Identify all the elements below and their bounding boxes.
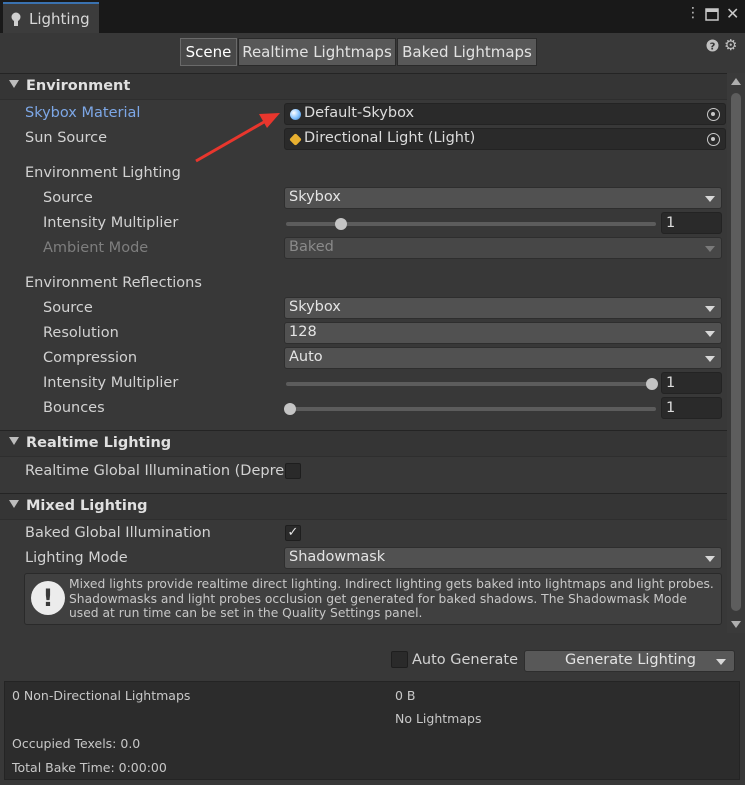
sun-source-field[interactable]: Directional Light (Light) (284, 128, 726, 150)
bounces-slider-thumb[interactable] (284, 403, 296, 415)
svg-text:?: ? (710, 42, 716, 53)
total-bake-time: Total Bake Time: 0:00:00 (12, 760, 167, 775)
warning-icon: ! (31, 581, 65, 615)
intensity-slider-thumb[interactable] (334, 218, 347, 230)
mixed-lighting-header[interactable]: Mixed Lighting (0, 493, 727, 520)
baked-gi-checkbox[interactable]: ✓ (285, 525, 301, 541)
environment-header[interactable]: Environment (0, 73, 727, 100)
lighting-mode-label: Lighting Mode (25, 550, 128, 566)
bounces-label: Bounces (43, 400, 105, 416)
environment-lighting-label: Environment Lighting (25, 165, 181, 181)
helpbox-text: Mixed lights provide realtime direct lig… (69, 577, 714, 620)
skybox-material-value: Default-Skybox (304, 105, 415, 121)
annotation-arrow-head (259, 113, 280, 128)
lighting-mode-dropdown[interactable]: Shadowmask (284, 547, 722, 569)
vertical-scrollbar[interactable] (727, 73, 745, 633)
realtime-gi-label: Realtime Global Illumination (Deprec (25, 463, 284, 479)
tab-baked-lightmaps[interactable]: Baked Lightmaps (397, 38, 537, 66)
occupied-texels: Occupied Texels: 0.0 (12, 736, 141, 751)
chevron-down-icon (705, 246, 715, 252)
source-label: Source (43, 190, 93, 206)
compression-label: Compression (43, 350, 138, 366)
no-lightmaps-text: No Lightmaps (395, 711, 482, 726)
section-title: Environment (26, 78, 131, 94)
section-title: Mixed Lighting (26, 498, 148, 514)
compression-value: Auto (289, 349, 323, 365)
resolution-dropdown[interactable]: 128 (284, 322, 722, 344)
reflection-intensity-slider-thumb[interactable] (646, 378, 658, 390)
source-value: Skybox (289, 189, 341, 205)
lightbulb-icon (11, 12, 21, 26)
reflection-source-label: Source (43, 300, 93, 316)
section-title: Realtime Lighting (26, 435, 172, 451)
lighting-mode-value: Shadowmask (289, 549, 386, 565)
more-vert-icon[interactable]: ⋮ (686, 5, 700, 21)
object-picker-icon[interactable] (707, 133, 720, 146)
reflection-intensity-slider-track[interactable] (286, 382, 656, 386)
annotation-arrow-shaft (195, 120, 265, 163)
reflection-intensity-label: Intensity Multiplier (43, 375, 179, 391)
intensity-field[interactable]: 1 (661, 212, 722, 234)
object-picker-icon[interactable] (707, 108, 720, 121)
auto-generate-label: Auto Generate (412, 652, 518, 668)
lighting-tab[interactable]: Lighting (3, 2, 99, 33)
sun-source-value: Directional Light (Light) (304, 130, 476, 146)
ambient-mode-dropdown: Baked (284, 237, 722, 259)
scrollbar-thumb[interactable] (731, 93, 741, 611)
tab-realtime-lightmaps[interactable]: Realtime Lightmaps (238, 38, 396, 66)
maximize-icon[interactable] (705, 8, 719, 21)
ambient-mode-value: Baked (289, 239, 334, 255)
sun-source-label: Sun Source (25, 130, 107, 146)
reflection-source-value: Skybox (289, 299, 341, 315)
compression-dropdown[interactable]: Auto (284, 347, 722, 369)
bounces-field[interactable]: 1 (661, 397, 722, 419)
realtime-gi-checkbox[interactable] (285, 463, 301, 479)
window-titlebar: Lighting ⋮ ✕ (0, 0, 745, 33)
light-icon (289, 133, 302, 146)
help-icon[interactable]: ? (706, 39, 719, 52)
reflection-intensity-field[interactable]: 1 (661, 372, 722, 394)
tab-title: Lighting (29, 10, 90, 28)
resolution-value: 128 (289, 324, 317, 340)
foldout-arrow-icon (9, 437, 19, 445)
generate-lighting-button[interactable]: Generate Lighting (524, 650, 735, 672)
source-dropdown[interactable]: Skybox (284, 187, 722, 209)
environment-reflections-label: Environment Reflections (25, 275, 202, 291)
gear-icon[interactable]: ⚙ (724, 36, 737, 54)
baked-gi-label: Baked Global Illumination (25, 525, 211, 541)
lightmaps-count: 0 Non-Directional Lightmaps (12, 688, 191, 703)
close-icon[interactable]: ✕ (726, 4, 739, 23)
bounces-slider-track[interactable] (286, 407, 656, 411)
resolution-label: Resolution (43, 325, 119, 341)
scroll-up-icon[interactable] (731, 78, 741, 85)
ambient-mode-label: Ambient Mode (43, 240, 149, 256)
reflection-source-dropdown[interactable]: Skybox (284, 297, 722, 319)
generate-lighting-label: Generate Lighting (565, 652, 696, 668)
lightmaps-size: 0 B (395, 688, 416, 703)
tab-scene[interactable]: Scene (180, 38, 237, 66)
chevron-down-icon (705, 196, 715, 202)
chevron-down-icon (705, 306, 715, 312)
skybox-material-label: Skybox Material (25, 105, 141, 121)
skybox-material-field[interactable]: Default-Skybox (284, 103, 726, 125)
chevron-down-icon (705, 556, 715, 562)
auto-generate-checkbox[interactable] (391, 651, 408, 668)
info-helpbox: ! Mixed lights provide realtime direct l… (24, 573, 722, 625)
chevron-down-icon (705, 331, 715, 337)
foldout-arrow-icon (9, 80, 19, 88)
realtime-lighting-header[interactable]: Realtime Lighting (0, 430, 727, 457)
intensity-multiplier-label: Intensity Multiplier (43, 215, 179, 231)
chevron-down-icon (705, 356, 715, 362)
chevron-down-icon[interactable] (716, 659, 726, 665)
mode-tabs-bar: Scene Realtime Lightmaps Baked Lightmaps… (0, 33, 745, 73)
lightmap-stats-panel: 0 Non-Directional Lightmaps 0 B No Light… (4, 681, 740, 780)
material-icon (290, 109, 301, 120)
scroll-down-icon[interactable] (731, 621, 741, 628)
foldout-arrow-icon (9, 500, 19, 508)
